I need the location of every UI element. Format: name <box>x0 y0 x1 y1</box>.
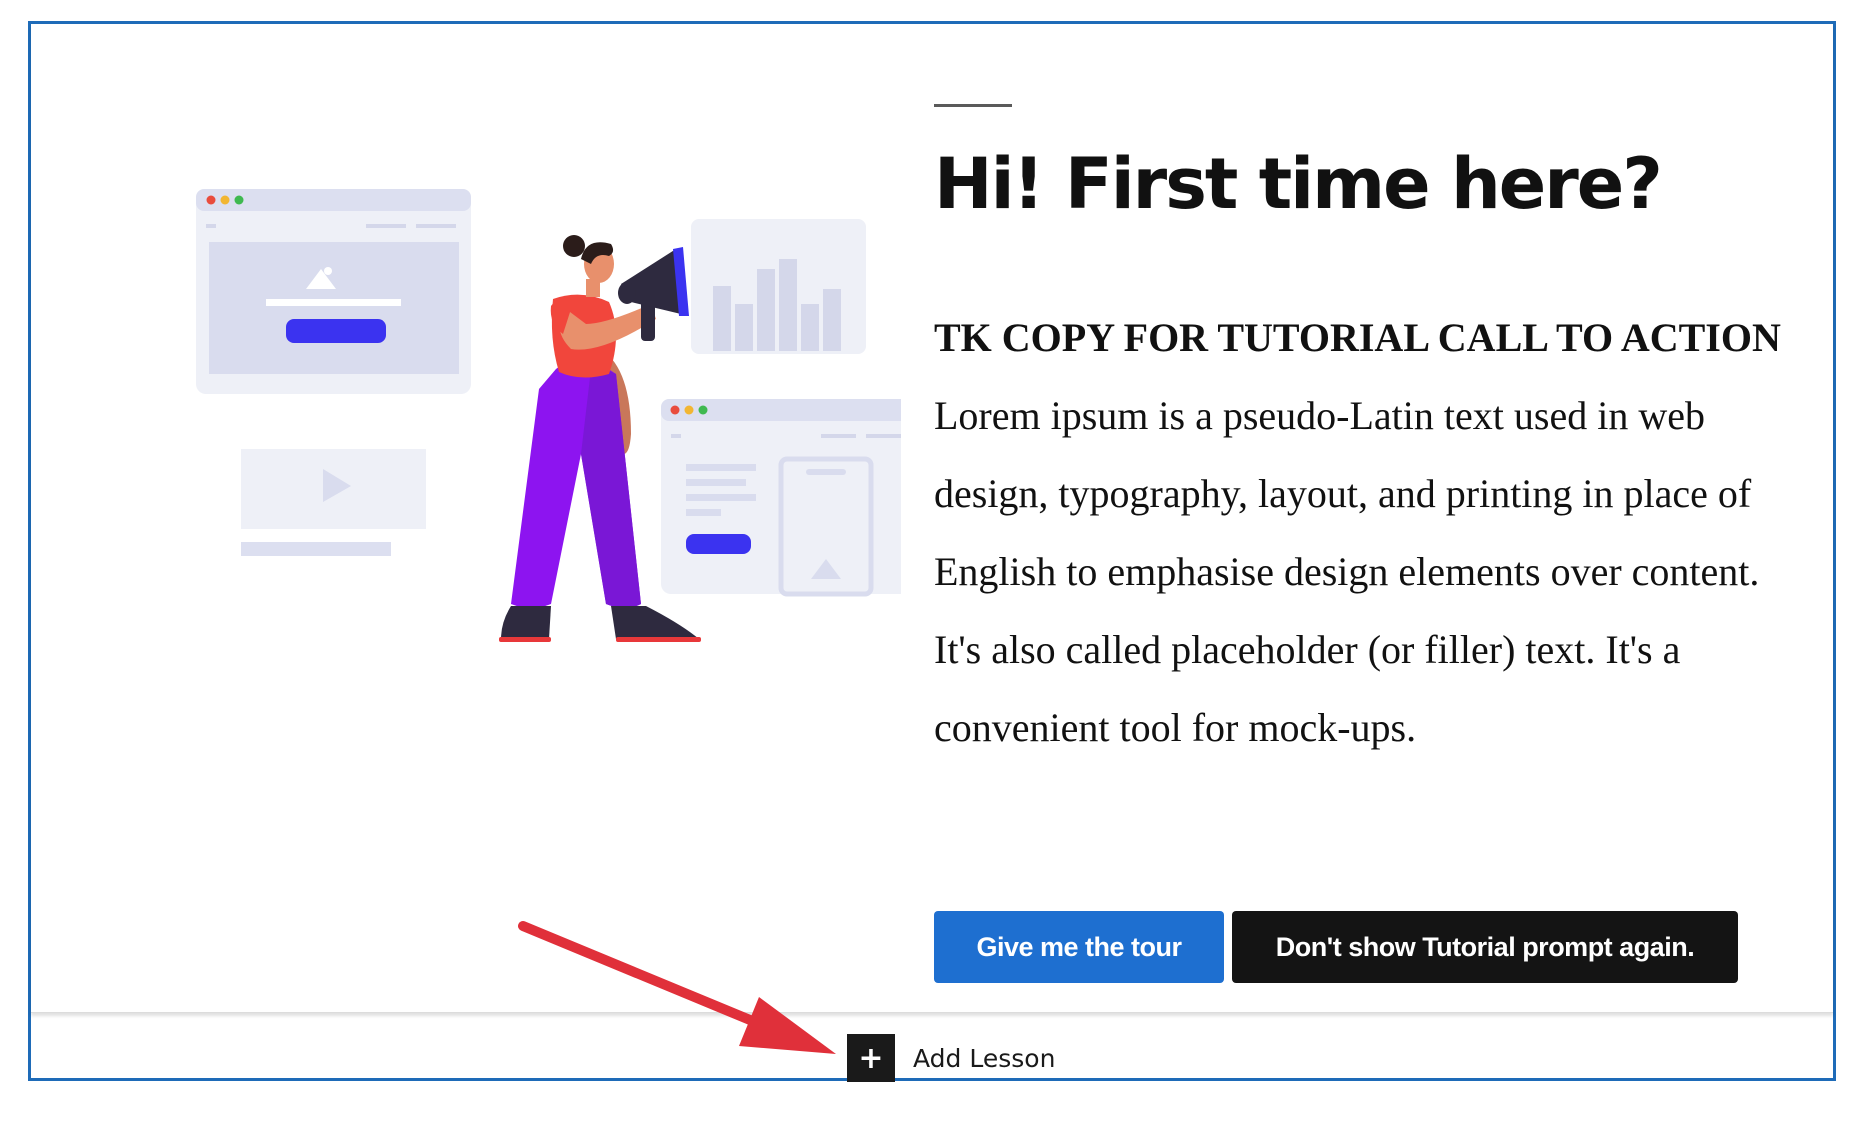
divider <box>934 104 1012 107</box>
browser-window-illustration <box>196 189 471 394</box>
page-title: Hi! First time here? <box>934 143 1663 225</box>
tutorial-call-to-action: TK COPY FOR TUTORIAL CALL TO ACTION <box>934 315 1781 360</box>
tutorial-illustration <box>196 189 901 642</box>
browser-window-illustration-2 <box>661 399 901 597</box>
tutorial-body-text: Lorem ipsum is a pseudo-Latin text used … <box>934 393 1760 750</box>
bar-chart-card-illustration <box>691 219 866 354</box>
add-lesson-button[interactable]: + Add Lesson <box>847 1034 1055 1082</box>
dismiss-tutorial-button[interactable]: Don't show Tutorial prompt again. <box>1232 911 1738 983</box>
tutorial-content: Hi! First time here? TK COPY FOR TUTORIA… <box>934 104 1834 807</box>
add-lesson-label[interactable]: Add Lesson <box>913 1044 1055 1073</box>
give-tour-button[interactable]: Give me the tour <box>934 911 1224 983</box>
tutorial-prompt-card: Hi! First time here? TK COPY FOR TUTORIA… <box>31 24 1833 1013</box>
editor-frame: Hi! First time here? TK COPY FOR TUTORIA… <box>28 21 1836 1082</box>
tutorial-actions: Give me the tour Don't show Tutorial pro… <box>934 911 1738 983</box>
annotation-arrow <box>518 921 836 1054</box>
tutorial-description: TK COPY FOR TUTORIAL CALL TO ACTION Lore… <box>934 299 1814 767</box>
video-card-illustration <box>241 449 426 556</box>
